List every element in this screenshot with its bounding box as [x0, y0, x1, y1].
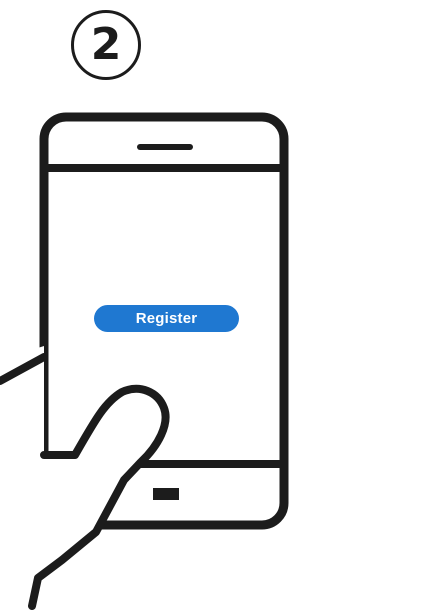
register-button[interactable]: Register	[94, 305, 239, 332]
home-button-icon	[153, 488, 179, 500]
